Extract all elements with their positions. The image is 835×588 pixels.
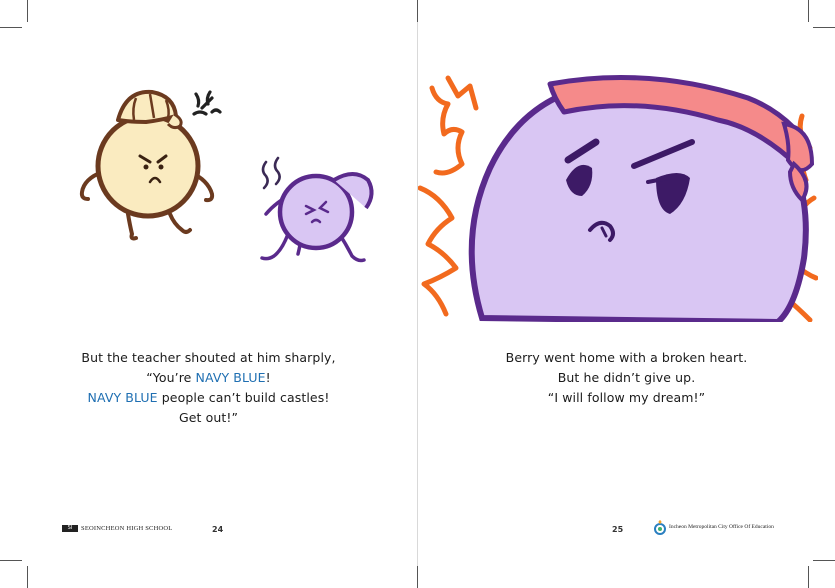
school-logo-icon: SI [62, 525, 78, 532]
story-line: But the teacher shouted at him sharply, [0, 348, 417, 368]
left-story-text: But the teacher shouted at him sharply, … [0, 348, 417, 428]
highlight-text: NAVY BLUE [87, 390, 158, 405]
story-text: ! [265, 370, 271, 385]
crop-mark [417, 0, 418, 22]
teacher-and-berry-illustration [79, 89, 374, 263]
office-footer: Incheon Metropolitan City Office Of Educ… [654, 519, 774, 535]
crop-mark [417, 566, 418, 588]
story-line: Berry went home with a broken heart. [505, 350, 748, 365]
anger-mark-icon [192, 90, 222, 116]
school-name: SEOINCHEON HIGH SCHOOL [81, 525, 173, 532]
story-text: Get out!” [178, 410, 239, 425]
story-line: NAVY BLUE people can’t build castles! [0, 388, 417, 408]
office-logo-icon [654, 520, 666, 535]
story-line: “You’re NAVY BLUE! [0, 368, 417, 388]
crop-mark [27, 0, 28, 22]
angry-berry-closeup [418, 75, 818, 322]
story-text: people can’t build castles! [157, 390, 330, 405]
left-page: But the teacher shouted at him sharply, … [0, 0, 417, 588]
story-line: Get out!” [0, 408, 417, 428]
crop-mark [808, 0, 809, 22]
crop-mark [808, 566, 809, 588]
story-line: But he didn’t give up. [557, 370, 696, 385]
berry-character-icon [260, 172, 374, 263]
school-footer: SI SEOINCHEON HIGH SCHOOL [62, 525, 172, 532]
crop-mark [813, 27, 835, 28]
sweat-lines-icon [261, 156, 281, 190]
story-text: “You’re [146, 370, 196, 385]
crop-mark [0, 27, 22, 28]
page-number-right: 25 [612, 525, 624, 534]
office-name: Incheon Metropolitan City Office Of Educ… [669, 524, 774, 530]
right-page: Berry went home with a broken heart. But… [418, 0, 835, 588]
page-number-left: 24 [212, 525, 224, 534]
right-story-text: Berry went home with a broken heart. But… [418, 348, 835, 408]
story-text: But the teacher shouted at him sharply, [81, 350, 336, 365]
highlight-text: NAVY BLUE [195, 370, 266, 385]
crop-mark [27, 566, 28, 588]
crop-mark [813, 560, 835, 561]
story-line: “I will follow my dream!” [547, 390, 706, 405]
crop-mark [0, 560, 22, 561]
book-spread: But the teacher shouted at him sharply, … [0, 0, 835, 588]
